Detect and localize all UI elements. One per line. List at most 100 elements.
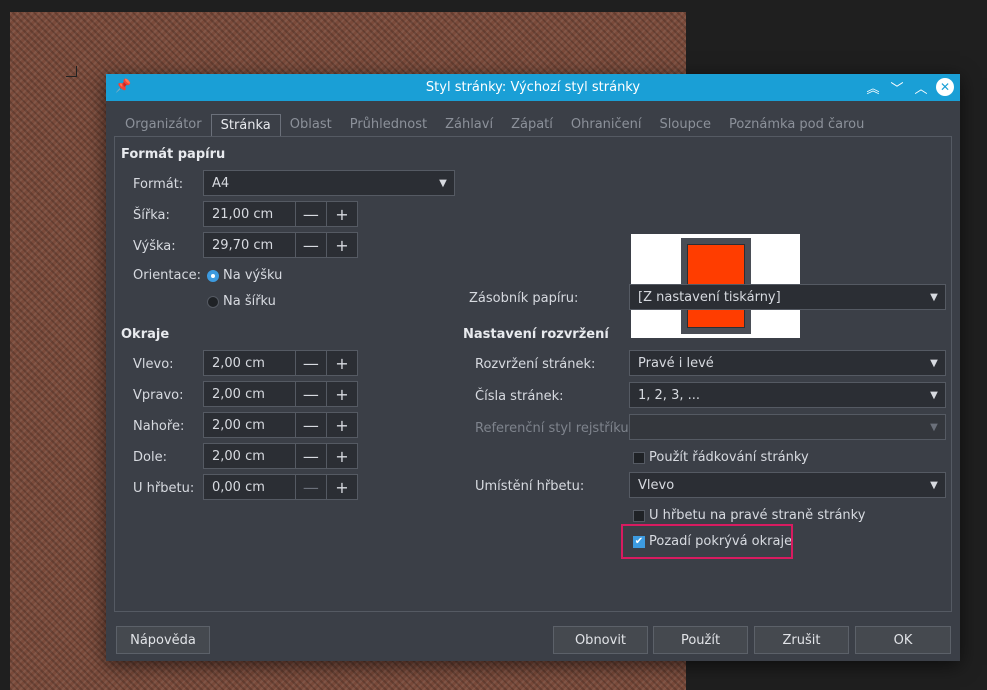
pin-icon[interactable]: 📌 [115,79,131,94]
margin-top-decrement-button[interactable]: — [294,413,326,437]
reference-style-label: Referenční styl rejstříku: [475,421,633,436]
checkbox-unchecked-icon [633,509,645,522]
margin-top-label: Nahoře: [133,419,185,434]
use-page-spacing-label: Použít řádkování stránky [649,450,809,465]
page-numbers-value: 1, 2, 3, ... [638,387,701,403]
reset-button[interactable]: Obnovit [553,626,648,654]
tab-transparency[interactable]: Průhlednost [341,114,436,136]
height-decrement-button[interactable]: — [294,233,326,257]
margin-bottom-value[interactable]: 2,00 cm [204,444,295,468]
portrait-radio[interactable]: Na výšku [207,268,282,283]
tab-page[interactable]: Stránka [210,114,281,136]
gutter-right-side-label: U hřbetu na pravé straně stránky [649,508,866,523]
radio-unchecked-icon [207,295,219,308]
paper-tray-label: Zásobník papíru: [469,291,579,306]
title-bar[interactable]: 📌 Styl stránky: Výchozí styl stránky ︽ ﹀… [106,74,960,101]
width-spinbox[interactable]: 21,00 cm — + [203,201,358,227]
tab-footer[interactable]: Zápatí [502,114,562,136]
format-value: A4 [212,175,230,191]
margin-bottom-decrement-button[interactable]: — [294,444,326,468]
portrait-label: Na výšku [223,268,283,283]
page-style-dialog: 📌 Styl stránky: Výchozí styl stránky ︽ ﹀… [106,74,960,661]
height-label: Výška: [133,239,176,254]
tab-bar: Organizátor Stránka Oblast Průhlednost Z… [116,114,873,136]
margin-left-spinbox[interactable]: 2,00 cm — + [203,350,358,376]
margin-right-decrement-button[interactable]: — [294,382,326,406]
dialog-title: Styl stránky: Výchozí styl stránky [425,80,641,95]
chevron-down-icon: ▼ [930,291,938,303]
width-decrement-button[interactable]: — [294,202,326,226]
margin-left-decrement-button[interactable]: — [294,351,326,375]
margin-right-increment-button[interactable]: + [325,382,357,406]
reference-style-select[interactable]: ▼ [629,414,946,440]
page-layout-label: Rozvržení stránek: [475,357,596,372]
maximize-icon[interactable]: ︿ [912,77,930,97]
gutter-position-label: Umístění hřbetu: [475,479,585,494]
format-label: Formát: [133,177,184,192]
help-button[interactable]: Nápověda [116,626,210,654]
margin-right-spinbox[interactable]: 2,00 cm — + [203,381,358,407]
chevron-down-icon: ▼ [930,421,938,433]
margin-bottom-increment-button[interactable]: + [325,444,357,468]
tab-footnote[interactable]: Poznámka pod čarou [720,114,873,136]
gutter-spinbox[interactable]: 0,00 cm — + [203,474,358,500]
chevron-down-icon: ▼ [439,177,447,189]
paper-tray-select[interactable]: [Z nastavení tiskárny] ▼ [629,284,946,310]
ok-button[interactable]: OK [855,626,951,654]
layout-settings-heading: Nastavení rozvržení [463,327,609,342]
gutter-value[interactable]: 0,00 cm [204,475,295,499]
margin-top-increment-button[interactable]: + [325,413,357,437]
paper-format-heading: Formát papíru [121,147,226,162]
width-label: Šířka: [133,208,170,223]
gutter-position-value: Vlevo [638,477,675,493]
margin-right-value[interactable]: 2,00 cm [204,382,295,406]
margin-left-value[interactable]: 2,00 cm [204,351,295,375]
height-value[interactable]: 29,70 cm [204,233,295,257]
tab-borders[interactable]: Ohraničení [562,114,651,136]
margin-top-spinbox[interactable]: 2,00 cm — + [203,412,358,438]
chevron-down-icon: ▼ [930,389,938,401]
apply-button[interactable]: Použít [653,626,748,654]
radio-checked-icon [207,269,219,282]
page-numbers-label: Čísla stránek: [475,389,564,404]
minimize-icon[interactable]: ﹀ [888,77,906,97]
landscape-label: Na šířku [223,294,276,309]
gutter-right-side-checkbox[interactable]: U hřbetu na pravé straně stránky [633,508,865,523]
width-value[interactable]: 21,00 cm [204,202,295,226]
gutter-increment-button[interactable]: + [325,475,357,499]
width-increment-button[interactable]: + [325,202,357,226]
crop-mark [66,66,77,77]
tab-organizer[interactable]: Organizátor [116,114,211,136]
highlight-frame [621,524,793,559]
margin-right-label: Vpravo: [133,388,184,403]
margin-bottom-spinbox[interactable]: 2,00 cm — + [203,443,358,469]
checkbox-unchecked-icon [633,451,645,464]
chevron-down-icon: ▼ [930,357,938,369]
tab-area[interactable]: Oblast [281,114,341,136]
page-tab-panel: Formát papíru Formát: A4 ▼ Šířka: 21,00 … [114,136,952,612]
keep-above-icon[interactable]: ︽ [864,77,882,97]
orientation-label: Orientace: [133,268,202,283]
tab-columns[interactable]: Sloupce [651,114,720,136]
gutter-position-select[interactable]: Vlevo ▼ [629,472,946,498]
format-select[interactable]: A4 ▼ [203,170,455,196]
gutter-label: U hřbetu: [133,481,195,496]
tab-header[interactable]: Záhlaví [436,114,502,136]
gutter-decrement-button[interactable]: — [294,475,326,499]
page-numbers-select[interactable]: 1, 2, 3, ... ▼ [629,382,946,408]
cancel-button[interactable]: Zrušit [754,626,849,654]
margin-bottom-label: Dole: [133,450,167,465]
margin-left-increment-button[interactable]: + [325,351,357,375]
paper-tray-value: [Z nastavení tiskárny] [638,289,781,305]
page-layout-select[interactable]: Pravé i levé ▼ [629,350,946,376]
margins-heading: Okraje [121,327,170,342]
close-icon[interactable]: ✕ [936,78,954,96]
height-increment-button[interactable]: + [325,233,357,257]
margin-top-value[interactable]: 2,00 cm [204,413,295,437]
margin-left-label: Vlevo: [133,357,174,372]
landscape-radio[interactable]: Na šířku [207,294,276,309]
use-page-spacing-checkbox[interactable]: Použít řádkování stránky [633,450,809,465]
height-spinbox[interactable]: 29,70 cm — + [203,232,358,258]
page-layout-value: Pravé i levé [638,355,714,371]
chevron-down-icon: ▼ [930,479,938,491]
